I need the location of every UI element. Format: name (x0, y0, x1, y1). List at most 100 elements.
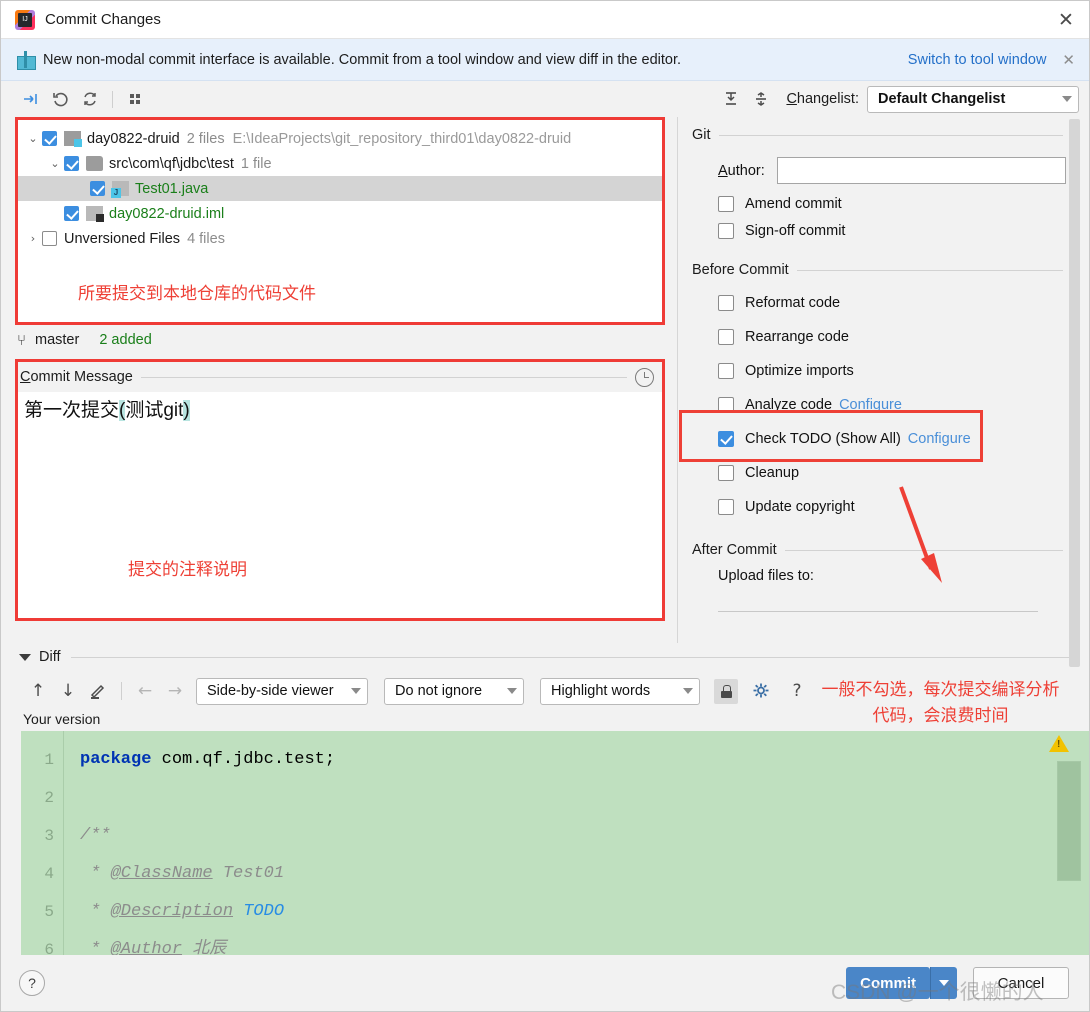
chevron-down-icon[interactable]: ⌄ (24, 132, 42, 145)
help-button[interactable]: ? (19, 970, 45, 996)
update-copyright-row[interactable]: Update copyright (718, 490, 1089, 524)
revert-icon[interactable] (45, 86, 75, 112)
signoff-commit-label: Sign-off commit (745, 222, 846, 239)
changelist-dropdown[interactable]: Default Changelist (867, 85, 1079, 113)
title-bar: Commit Changes ✕ (1, 1, 1089, 39)
tree-row-package[interactable]: ⌄ src\com\qf\jdbc\test 1 file (18, 151, 662, 176)
chevron-down-icon[interactable] (19, 653, 31, 661)
apply-right-icon[interactable]: → (160, 678, 190, 705)
changed-files-tree: ⌄ day0822-druid 2 files E:\IdeaProjects\… (18, 120, 662, 304)
diff-section-header[interactable]: Diff (1, 643, 1089, 671)
refresh-icon[interactable] (75, 86, 105, 112)
branch-added-count: 2 added (99, 332, 152, 348)
line-number: 5 (44, 903, 54, 921)
changelist-label: Changelist: (786, 91, 859, 107)
page-title: Commit Changes (45, 11, 161, 28)
group-by-icon[interactable] (120, 86, 150, 112)
author-row: Author: (718, 157, 1089, 184)
clock-icon[interactable] (635, 367, 654, 387)
rearrange-code-checkbox[interactable] (718, 329, 734, 345)
diff-section-label: Diff (39, 649, 61, 665)
banner-close-icon[interactable]: ✕ (1062, 51, 1075, 69)
code-token: * (80, 864, 111, 883)
main-toolbar: Changelist: Default Changelist (1, 81, 1089, 117)
tree-row-name: src\com\qf\jdbc\test (109, 155, 234, 172)
git-group-header: Git (692, 127, 1089, 143)
close-icon[interactable]: ✕ (1043, 1, 1089, 39)
optimize-imports-row[interactable]: Optimize imports (718, 354, 1089, 388)
cm-part-middle: 测试git (125, 400, 184, 421)
prev-change-icon[interactable]: ↑ (23, 678, 53, 705)
right-panel-scrollbar[interactable] (1069, 119, 1080, 667)
code-content[interactable]: package com.qf.jdbc.test; /** * @ClassNa… (63, 731, 1089, 955)
rearrange-code-row[interactable]: Rearrange code (718, 320, 1089, 354)
signoff-commit-checkbox-row[interactable]: Sign-off commit (718, 217, 1089, 244)
header-divider (140, 376, 627, 378)
branch-name: master (35, 332, 80, 348)
gear-icon[interactable] (746, 678, 776, 705)
signoff-commit-checkbox[interactable] (718, 222, 734, 239)
author-field[interactable] (776, 157, 1066, 184)
ignore-mode-dropdown[interactable]: Do not ignore (384, 677, 524, 705)
cleanup-checkbox[interactable] (718, 465, 734, 481)
after-commit-group-label: After Commit (692, 542, 777, 558)
optimize-imports-checkbox[interactable] (718, 363, 734, 379)
update-copyright-checkbox[interactable] (718, 499, 734, 515)
tree-row-unversioned-files[interactable]: › Unversioned Files 4 files (18, 226, 662, 251)
annotation-line-1: 一般不勾选，每次提交编译分析 (821, 680, 1060, 699)
tree-row-count: 4 files (187, 230, 225, 247)
tree-row-name: Unversioned Files (64, 230, 181, 247)
cleanup-label: Cleanup (745, 465, 800, 481)
tree-checkbox[interactable] (42, 131, 57, 146)
line-number: 1 (44, 751, 54, 769)
diff-editor[interactable]: 1 2 3 4 5 6 package com.qf.jdbc.test; /*… (21, 731, 1089, 955)
show-diff-icon[interactable] (15, 86, 45, 112)
commit-message-header: Commit Message (18, 362, 662, 392)
collapse-all-icon[interactable] (746, 86, 776, 112)
reformat-code-checkbox[interactable] (718, 295, 734, 311)
lock-icon[interactable] (714, 678, 738, 704)
chevron-down-icon (1062, 96, 1072, 102)
commit-changes-dialog: Commit Changes ✕ New non-modal commit in… (0, 0, 1090, 1012)
amend-commit-label: Amend commit (745, 195, 842, 212)
tree-row-path: E:\IdeaProjects\git_repository_third01\d… (232, 130, 572, 147)
edit-icon[interactable] (83, 678, 113, 705)
group-divider (718, 134, 1063, 136)
rearrange-code-label: Rearrange code (745, 329, 849, 345)
switch-to-tool-window-link[interactable]: Switch to tool window (908, 52, 1047, 68)
highlight-mode-dropdown[interactable]: Highlight words (540, 677, 700, 705)
diff-scrollbar[interactable] (1057, 761, 1081, 881)
tree-row-project[interactable]: ⌄ day0822-druid 2 files E:\IdeaProjects\… (18, 126, 662, 151)
commit-dropdown-button[interactable] (931, 967, 957, 999)
analyze-code-annotation-box (679, 410, 983, 462)
commit-message-input[interactable]: 第一次提交(测试git) 提交的注释说明 (18, 392, 662, 618)
tree-row-test01-java[interactable]: Test01.java (18, 176, 662, 201)
commit-button[interactable]: Commit (846, 967, 930, 999)
viewer-mode-dropdown[interactable]: Side-by-side viewer (196, 677, 368, 705)
highlight-mode-value: Highlight words (551, 683, 651, 699)
tree-checkbox[interactable] (90, 181, 105, 196)
amend-commit-checkbox[interactable] (718, 195, 734, 212)
branch-status-row: ⑂ master 2 added (1, 325, 677, 355)
tree-checkbox[interactable] (64, 156, 79, 171)
line-number: 3 (44, 827, 54, 845)
chevron-down-icon[interactable]: ⌄ (46, 157, 64, 170)
tree-checkbox[interactable] (64, 206, 79, 221)
intellij-idea-logo-icon (15, 9, 35, 30)
apply-left-icon[interactable]: ← (130, 678, 160, 705)
next-change-icon[interactable]: ↓ (53, 678, 83, 705)
tree-row-iml-file[interactable]: day0822-druid.iml (18, 201, 662, 226)
chevron-right-icon[interactable]: › (24, 232, 42, 245)
code-token: * (80, 940, 111, 955)
group-divider (784, 549, 1063, 551)
reformat-code-row[interactable]: Reformat code (718, 286, 1089, 320)
left-column: ⌄ day0822-druid 2 files E:\IdeaProjects\… (1, 117, 677, 643)
cancel-button[interactable]: Cancel (973, 967, 1069, 999)
expand-all-icon[interactable] (716, 86, 746, 112)
after-commit-group-header: After Commit (692, 542, 1089, 558)
upload-files-field[interactable] (718, 590, 1038, 612)
group-divider (796, 269, 1063, 271)
tree-checkbox[interactable] (42, 231, 57, 246)
amend-commit-checkbox-row[interactable]: Amend commit (718, 190, 1089, 217)
